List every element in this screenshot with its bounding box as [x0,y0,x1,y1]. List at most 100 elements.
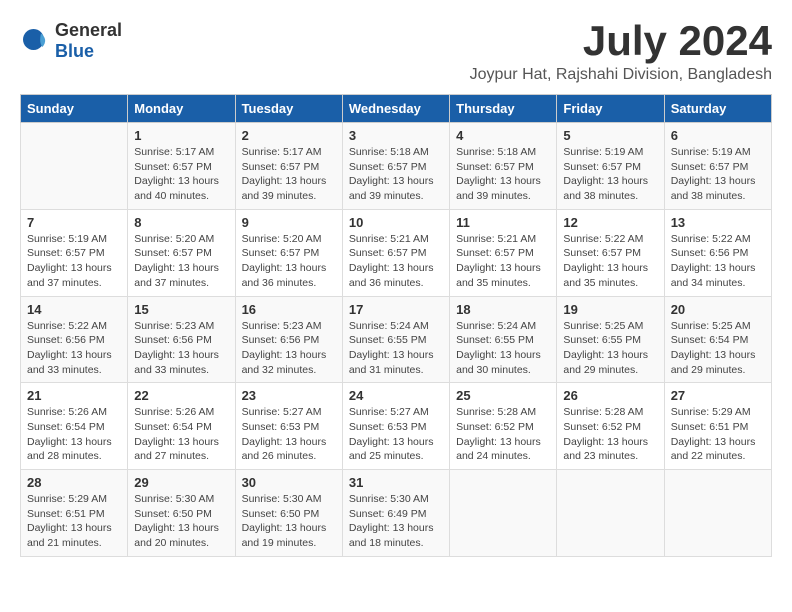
day-number: 12 [563,215,657,230]
day-number: 28 [27,475,121,490]
day-number: 3 [349,128,443,143]
day-cell: 6 Sunrise: 5:19 AMSunset: 6:57 PMDaylight… [664,123,771,210]
day-cell: 19 Sunrise: 5:25 AMSunset: 6:55 PMDayligh… [557,296,664,383]
day-detail: Sunrise: 5:17 AMSunset: 6:57 PMDaylight:… [134,145,228,204]
day-detail: Sunrise: 5:22 AMSunset: 6:57 PMDaylight:… [563,232,657,291]
day-number: 13 [671,215,765,230]
logo-text: General Blue [55,20,122,62]
day-detail: Sunrise: 5:29 AMSunset: 6:51 PMDaylight:… [671,405,765,464]
day-number: 16 [242,302,336,317]
day-detail: Sunrise: 5:24 AMSunset: 6:55 PMDaylight:… [456,319,550,378]
day-cell: 29Sunrise: 5:30 AMSunset: 6:50 PMDayligh… [128,470,235,557]
day-detail: Sunrise: 5:23 AMSunset: 6:56 PMDaylight:… [242,319,336,378]
location: Joypur Hat, Rajshahi Division, Banglades… [470,66,772,84]
day-detail: Sunrise: 5:26 AMSunset: 6:54 PMDaylight:… [27,405,121,464]
weekday-header-saturday: Saturday [664,95,771,123]
logo-general: General [55,20,122,41]
day-cell [664,470,771,557]
title-area: July 2024 Joypur Hat, Rajshahi Division,… [470,20,772,84]
day-cell [557,470,664,557]
calendar-table: SundayMondayTuesdayWednesdayThursdayFrid… [20,94,772,557]
day-number: 4 [456,128,550,143]
day-detail: Sunrise: 5:21 AMSunset: 6:57 PMDaylight:… [349,232,443,291]
day-detail: Sunrise: 5:19 AMSunset: 6:57 PMDaylight:… [27,232,121,291]
day-cell: 25 Sunrise: 5:28 AMSunset: 6:52 PMDayligh… [450,383,557,470]
day-number: 8 [134,215,228,230]
day-cell: 27Sunrise: 5:29 AMSunset: 6:51 PMDayligh… [664,383,771,470]
day-number: 22 [134,388,228,403]
weekday-header-row: SundayMondayTuesdayWednesdayThursdayFrid… [21,95,772,123]
week-row-5: 28 Sunrise: 5:29 AMSunset: 6:51 PMDayligh… [21,470,772,557]
weekday-header-wednesday: Wednesday [342,95,449,123]
day-number: 18 [456,302,550,317]
day-detail: Sunrise: 5:26 AMSunset: 6:54 PMDaylight:… [134,405,228,464]
day-number: 20 [671,302,765,317]
day-number: 25 [456,388,550,403]
weekday-header-monday: Monday [128,95,235,123]
day-cell: 4 Sunrise: 5:18 AMSunset: 6:57 PMDaylight… [450,123,557,210]
day-detail: Sunrise: 5:18 AMSunset: 6:57 PMDaylight:… [349,145,443,204]
day-number: 21 [27,388,121,403]
day-detail: Sunrise: 5:24 AMSunset: 6:55 PMDaylight:… [349,319,443,378]
day-cell: 7Sunrise: 5:19 AMSunset: 6:57 PMDaylight… [21,209,128,296]
day-cell: 31Sunrise: 5:30 AMSunset: 6:49 PMDayligh… [342,470,449,557]
day-detail: Sunrise: 5:25 AMSunset: 6:55 PMDaylight:… [563,319,657,378]
day-cell: 14 Sunrise: 5:22 AMSunset: 6:56 PMDayligh… [21,296,128,383]
day-cell: 15 Sunrise: 5:23 AMSunset: 6:56 PMDayligh… [128,296,235,383]
day-cell: 20 Sunrise: 5:25 AMSunset: 6:54 PMDayligh… [664,296,771,383]
day-detail: Sunrise: 5:28 AMSunset: 6:52 PMDaylight:… [456,405,550,464]
day-cell: 28 Sunrise: 5:29 AMSunset: 6:51 PMDayligh… [21,470,128,557]
day-number: 26 [563,388,657,403]
day-number: 11 [456,215,550,230]
day-cell: 22 Sunrise: 5:26 AMSunset: 6:54 PMDayligh… [128,383,235,470]
day-cell: 18 Sunrise: 5:24 AMSunset: 6:55 PMDayligh… [450,296,557,383]
logo-icon [20,26,50,56]
week-row-4: 21 Sunrise: 5:26 AMSunset: 6:54 PMDayligh… [21,383,772,470]
day-cell: 8 Sunrise: 5:20 AMSunset: 6:57 PMDaylight… [128,209,235,296]
day-cell: 5 Sunrise: 5:19 AMSunset: 6:57 PMDaylight… [557,123,664,210]
day-number: 17 [349,302,443,317]
day-detail: Sunrise: 5:29 AMSunset: 6:51 PMDaylight:… [27,492,121,551]
day-number: 14 [27,302,121,317]
logo-blue: Blue [55,41,122,62]
logo: General Blue [20,20,122,62]
day-number: 15 [134,302,228,317]
weekday-header-thursday: Thursday [450,95,557,123]
day-detail: Sunrise: 5:30 AMSunset: 6:50 PMDaylight:… [134,492,228,551]
day-detail: Sunrise: 5:25 AMSunset: 6:54 PMDaylight:… [671,319,765,378]
day-detail: Sunrise: 5:22 AMSunset: 6:56 PMDaylight:… [671,232,765,291]
day-number: 30 [242,475,336,490]
day-detail: Sunrise: 5:28 AMSunset: 6:52 PMDaylight:… [563,405,657,464]
week-row-2: 7Sunrise: 5:19 AMSunset: 6:57 PMDaylight… [21,209,772,296]
month-title: July 2024 [470,20,772,62]
day-number: 23 [242,388,336,403]
day-cell: 24 Sunrise: 5:27 AMSunset: 6:53 PMDayligh… [342,383,449,470]
day-detail: Sunrise: 5:19 AMSunset: 6:57 PMDaylight:… [671,145,765,204]
day-cell: 17 Sunrise: 5:24 AMSunset: 6:55 PMDayligh… [342,296,449,383]
day-detail: Sunrise: 5:22 AMSunset: 6:56 PMDaylight:… [27,319,121,378]
day-number: 9 [242,215,336,230]
weekday-header-tuesday: Tuesday [235,95,342,123]
day-number: 6 [671,128,765,143]
day-detail: Sunrise: 5:30 AMSunset: 6:49 PMDaylight:… [349,492,443,551]
weekday-header-friday: Friday [557,95,664,123]
day-number: 5 [563,128,657,143]
day-detail: Sunrise: 5:30 AMSunset: 6:50 PMDaylight:… [242,492,336,551]
day-detail: Sunrise: 5:19 AMSunset: 6:57 PMDaylight:… [563,145,657,204]
day-detail: Sunrise: 5:27 AMSunset: 6:53 PMDaylight:… [349,405,443,464]
week-row-1: 1 Sunrise: 5:17 AMSunset: 6:57 PMDaylight… [21,123,772,210]
day-cell: 16 Sunrise: 5:23 AMSunset: 6:56 PMDayligh… [235,296,342,383]
day-detail: Sunrise: 5:18 AMSunset: 6:57 PMDaylight:… [456,145,550,204]
day-number: 19 [563,302,657,317]
day-detail: Sunrise: 5:20 AMSunset: 6:57 PMDaylight:… [134,232,228,291]
day-detail: Sunrise: 5:23 AMSunset: 6:56 PMDaylight:… [134,319,228,378]
day-cell [450,470,557,557]
day-number: 1 [134,128,228,143]
day-cell: 26 Sunrise: 5:28 AMSunset: 6:52 PMDayligh… [557,383,664,470]
day-cell: 3 Sunrise: 5:18 AMSunset: 6:57 PMDaylight… [342,123,449,210]
day-cell: 23Sunrise: 5:27 AMSunset: 6:53 PMDayligh… [235,383,342,470]
day-cell [21,123,128,210]
day-cell: 1 Sunrise: 5:17 AMSunset: 6:57 PMDaylight… [128,123,235,210]
day-number: 24 [349,388,443,403]
day-detail: Sunrise: 5:21 AMSunset: 6:57 PMDaylight:… [456,232,550,291]
